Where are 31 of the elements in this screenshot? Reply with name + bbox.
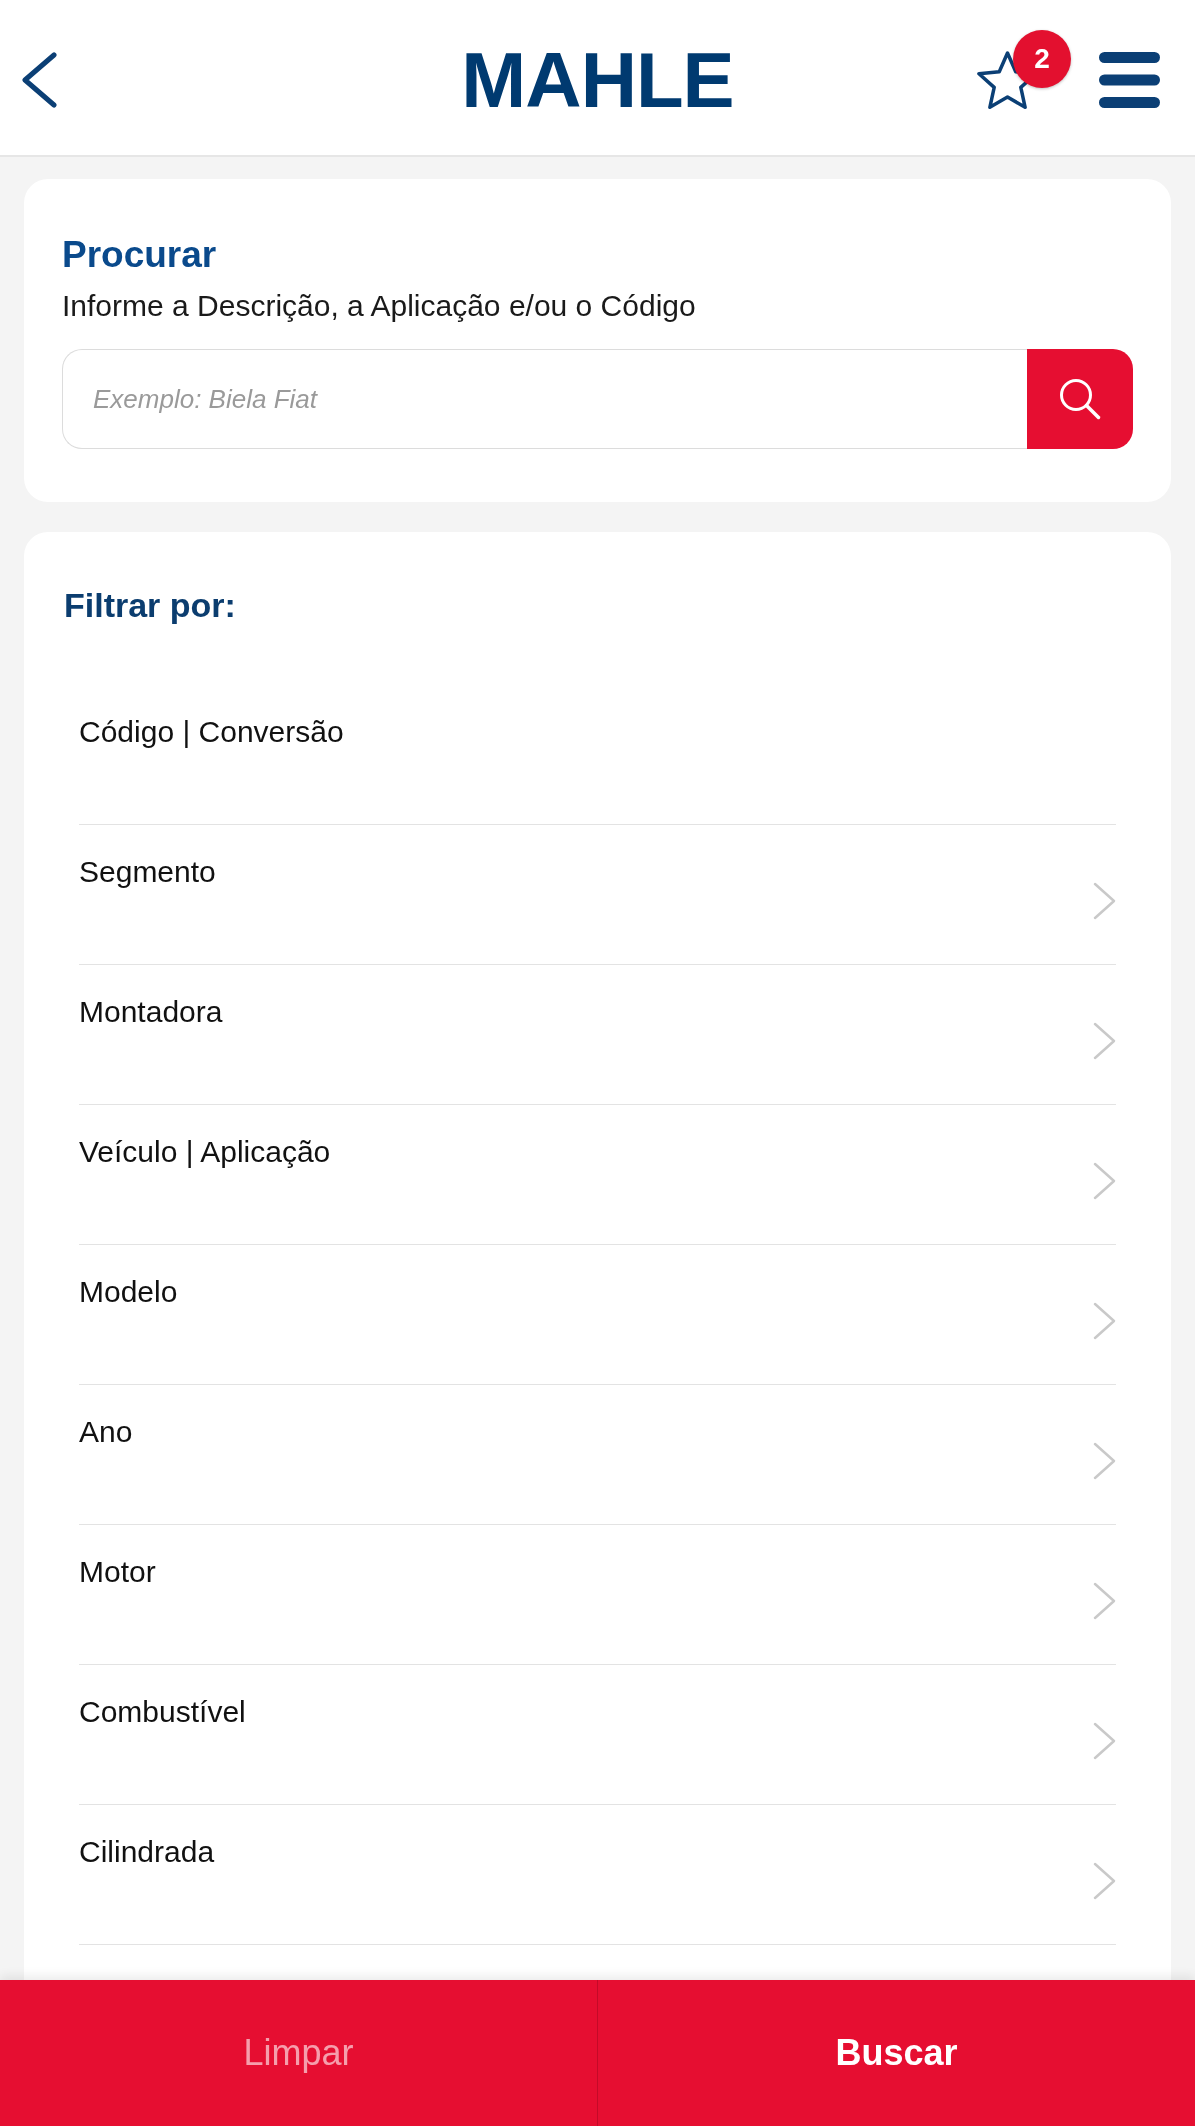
back-button[interactable] bbox=[22, 51, 57, 108]
footer-button[interactable]: Buscar bbox=[598, 1980, 1195, 2126]
back-icon bbox=[22, 51, 57, 108]
filter-option[interactable]: Combustível bbox=[79, 1665, 1116, 1805]
filter-title: Filtrar por: bbox=[63, 585, 237, 626]
chevron-right-icon bbox=[1093, 1442, 1116, 1480]
favorites-count-badge: 2 bbox=[1013, 29, 1071, 88]
filter-option[interactable]: Montadora bbox=[79, 965, 1116, 1105]
filter-option[interactable]: Cilindrada bbox=[79, 1805, 1116, 1945]
chevron-right-icon bbox=[1093, 1862, 1116, 1900]
search-button[interactable] bbox=[1027, 349, 1133, 449]
chevron-right-icon bbox=[1093, 1582, 1116, 1620]
menu-icon bbox=[1099, 51, 1160, 108]
chevron-right-icon bbox=[1093, 1722, 1116, 1760]
chevron-right-icon bbox=[1093, 1162, 1116, 1200]
filter-option[interactable]: Código | Conversão bbox=[79, 685, 1116, 825]
chevron-right-icon bbox=[1093, 1022, 1116, 1060]
search-icon bbox=[1059, 378, 1101, 420]
filter-option[interactable]: Modelo bbox=[79, 1245, 1116, 1385]
search-title: Procurar bbox=[62, 233, 218, 277]
search-instructions: Informe a Descrição, a Aplicação e/ou o Código bbox=[62, 288, 697, 324]
filter-option[interactable]: Ano bbox=[79, 1385, 1116, 1525]
search-field[interactable]: Exemplo: Biela Fiat bbox=[62, 349, 1027, 449]
filter-option[interactable]: Veículo | Aplicação bbox=[79, 1105, 1116, 1245]
chevron-right-icon bbox=[1093, 1302, 1116, 1340]
filter-option[interactable]: Motor bbox=[79, 1525, 1116, 1665]
chevron-right-icon bbox=[1093, 882, 1116, 920]
filter-option[interactable]: Segmento bbox=[79, 825, 1116, 965]
favorites-button[interactable]: 2 bbox=[977, 29, 1071, 109]
menu-button[interactable] bbox=[1099, 51, 1160, 108]
brand-logo: MAHLE bbox=[461, 40, 734, 119]
